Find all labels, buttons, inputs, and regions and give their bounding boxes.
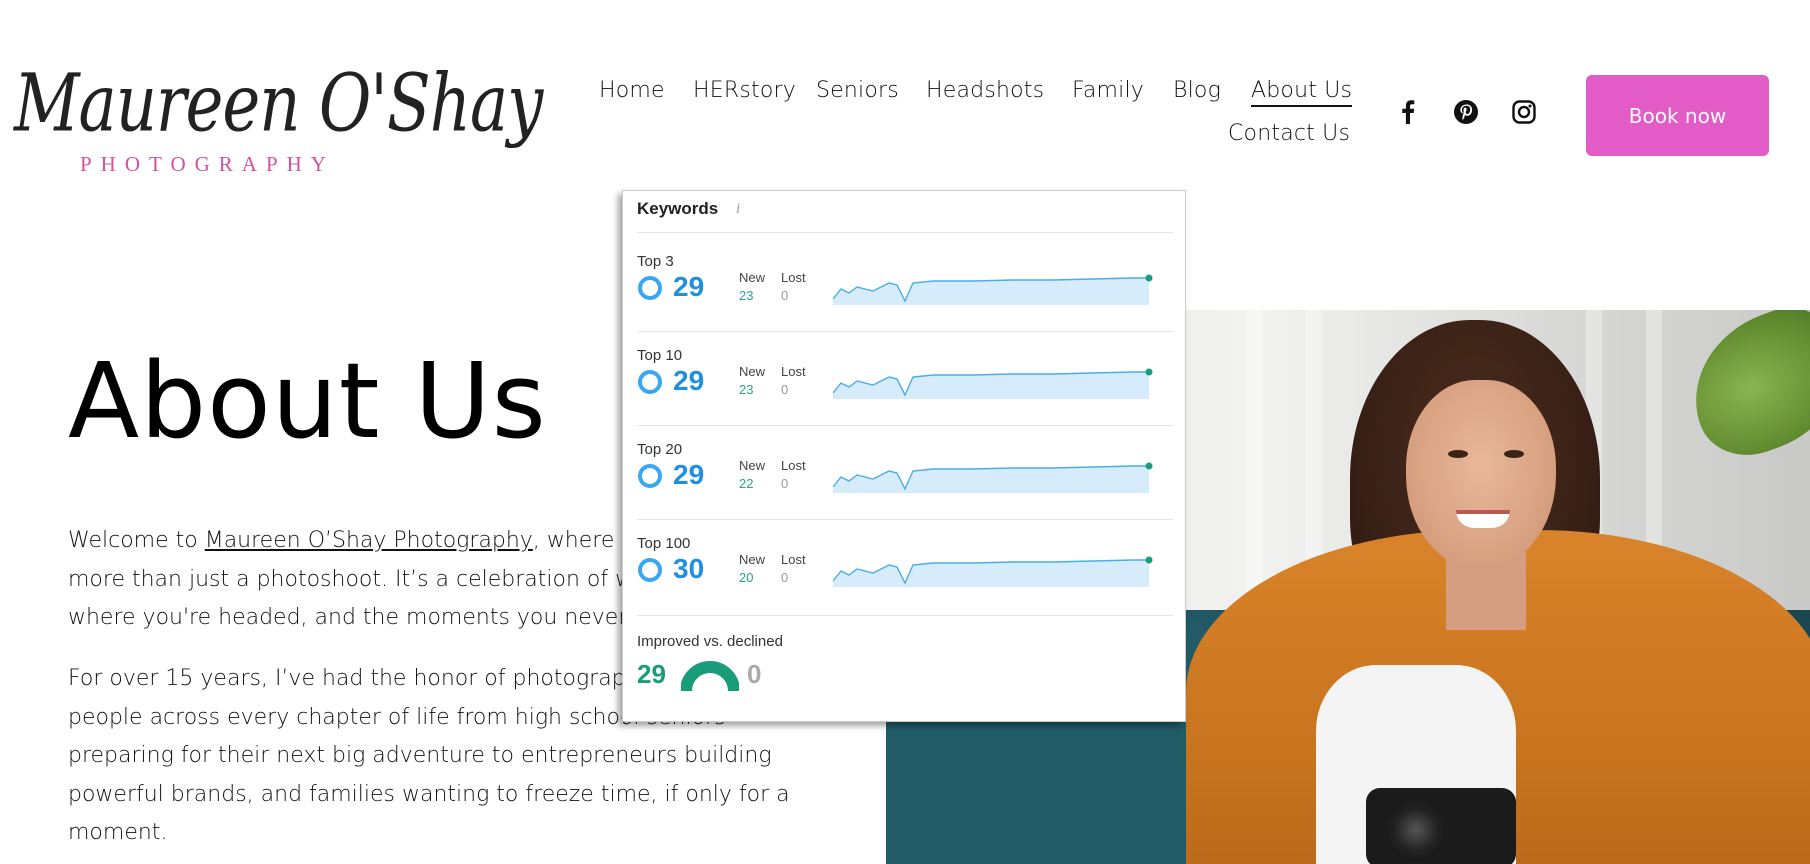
new-value: 20 [739,570,754,585]
row-value: 30 [673,553,705,584]
nav-blog[interactable]: Blog [1173,78,1221,103]
history-line-4: powerful brands, and families wanting to… [68,781,790,807]
brand-logo[interactable]: Maureen O'Shay PHOTOGRAPHY [14,52,543,188]
portrait-face [1406,380,1556,570]
instagram-icon[interactable] [1512,100,1536,124]
new-label: New [739,552,766,567]
sparkline [833,462,1153,493]
keywords-panel: Keywords i Top 3 29 New 23 Lost 0 Top 10… [622,190,1186,722]
new-label: New [739,458,766,473]
sparkline [833,556,1153,587]
plant-leaf [1672,310,1810,470]
sparkline [833,274,1153,305]
nav-headshots[interactable]: Headshots [926,78,1044,103]
new-value: 22 [739,476,754,491]
lost-value: 0 [781,288,789,303]
row-label: Top 10 [637,347,683,364]
brand-link[interactable]: Maureen O’Shay Photography [205,528,533,553]
nav-family[interactable]: Family [1072,78,1144,103]
ring-icon [638,558,662,582]
info-icon[interactable]: i [736,201,740,218]
sparkline [833,368,1153,399]
keywords-title: Keywords [637,199,719,218]
row-label: Top 100 [637,535,691,552]
keyword-row-top10[interactable]: Top 10 29 New 23 Lost 0 [637,347,1173,437]
new-value: 23 [739,382,754,397]
logo-script-text: Maureen O'Shay [14,58,543,151]
facebook-icon[interactable] [1398,100,1418,124]
ring-icon [638,464,662,488]
intro-prefix: Welcome to [68,528,205,553]
row-label: Top 20 [637,441,683,458]
logo-subtitle: PHOTOGRAPHY [80,152,335,176]
lost-label: Lost [781,458,806,473]
new-label: New [739,364,766,379]
main-navigation: Home HERstory Seniors Headshots Family B… [580,78,1360,158]
row-value: 29 [673,459,705,490]
nav-herstory[interactable]: HERstory [693,78,796,103]
row-label: Top 3 [637,253,674,270]
history-line-5: moment. [68,820,168,845]
keyword-row-top100[interactable]: Top 100 30 New 20 Lost 0 [637,535,1173,625]
improved-value: 29 [637,659,666,689]
nav-contact-us[interactable]: Contact Us [1228,121,1350,146]
lost-value: 0 [781,476,789,491]
page-title: About Us [68,340,547,462]
new-label: New [739,270,766,285]
ring-icon [638,276,662,300]
declined-value: 0 [747,659,762,689]
new-value: 23 [739,288,754,303]
row-value: 29 [673,271,705,302]
lost-value: 0 [781,570,789,585]
nav-about-us[interactable]: About Us [1251,78,1353,107]
nav-home[interactable]: Home [599,78,665,103]
row-value: 29 [673,365,705,396]
lost-label: Lost [781,552,806,567]
keyword-row-top3[interactable]: Top 3 29 New 23 Lost 0 [637,253,1173,343]
lost-label: Lost [781,364,806,379]
pinterest-icon[interactable] [1454,100,1478,124]
lost-value: 0 [781,382,789,397]
keyword-row-top20[interactable]: Top 20 29 New 22 Lost 0 [637,441,1173,531]
lost-label: Lost [781,270,806,285]
book-now-button[interactable]: Book now [1586,75,1769,156]
nav-seniors[interactable]: Seniors [816,78,899,103]
improved-declined-label: Improved vs. declined [637,633,783,650]
gauge-icon [681,661,739,691]
ring-icon [638,370,662,394]
history-line-3: preparing for their next big adventure t… [68,743,772,768]
